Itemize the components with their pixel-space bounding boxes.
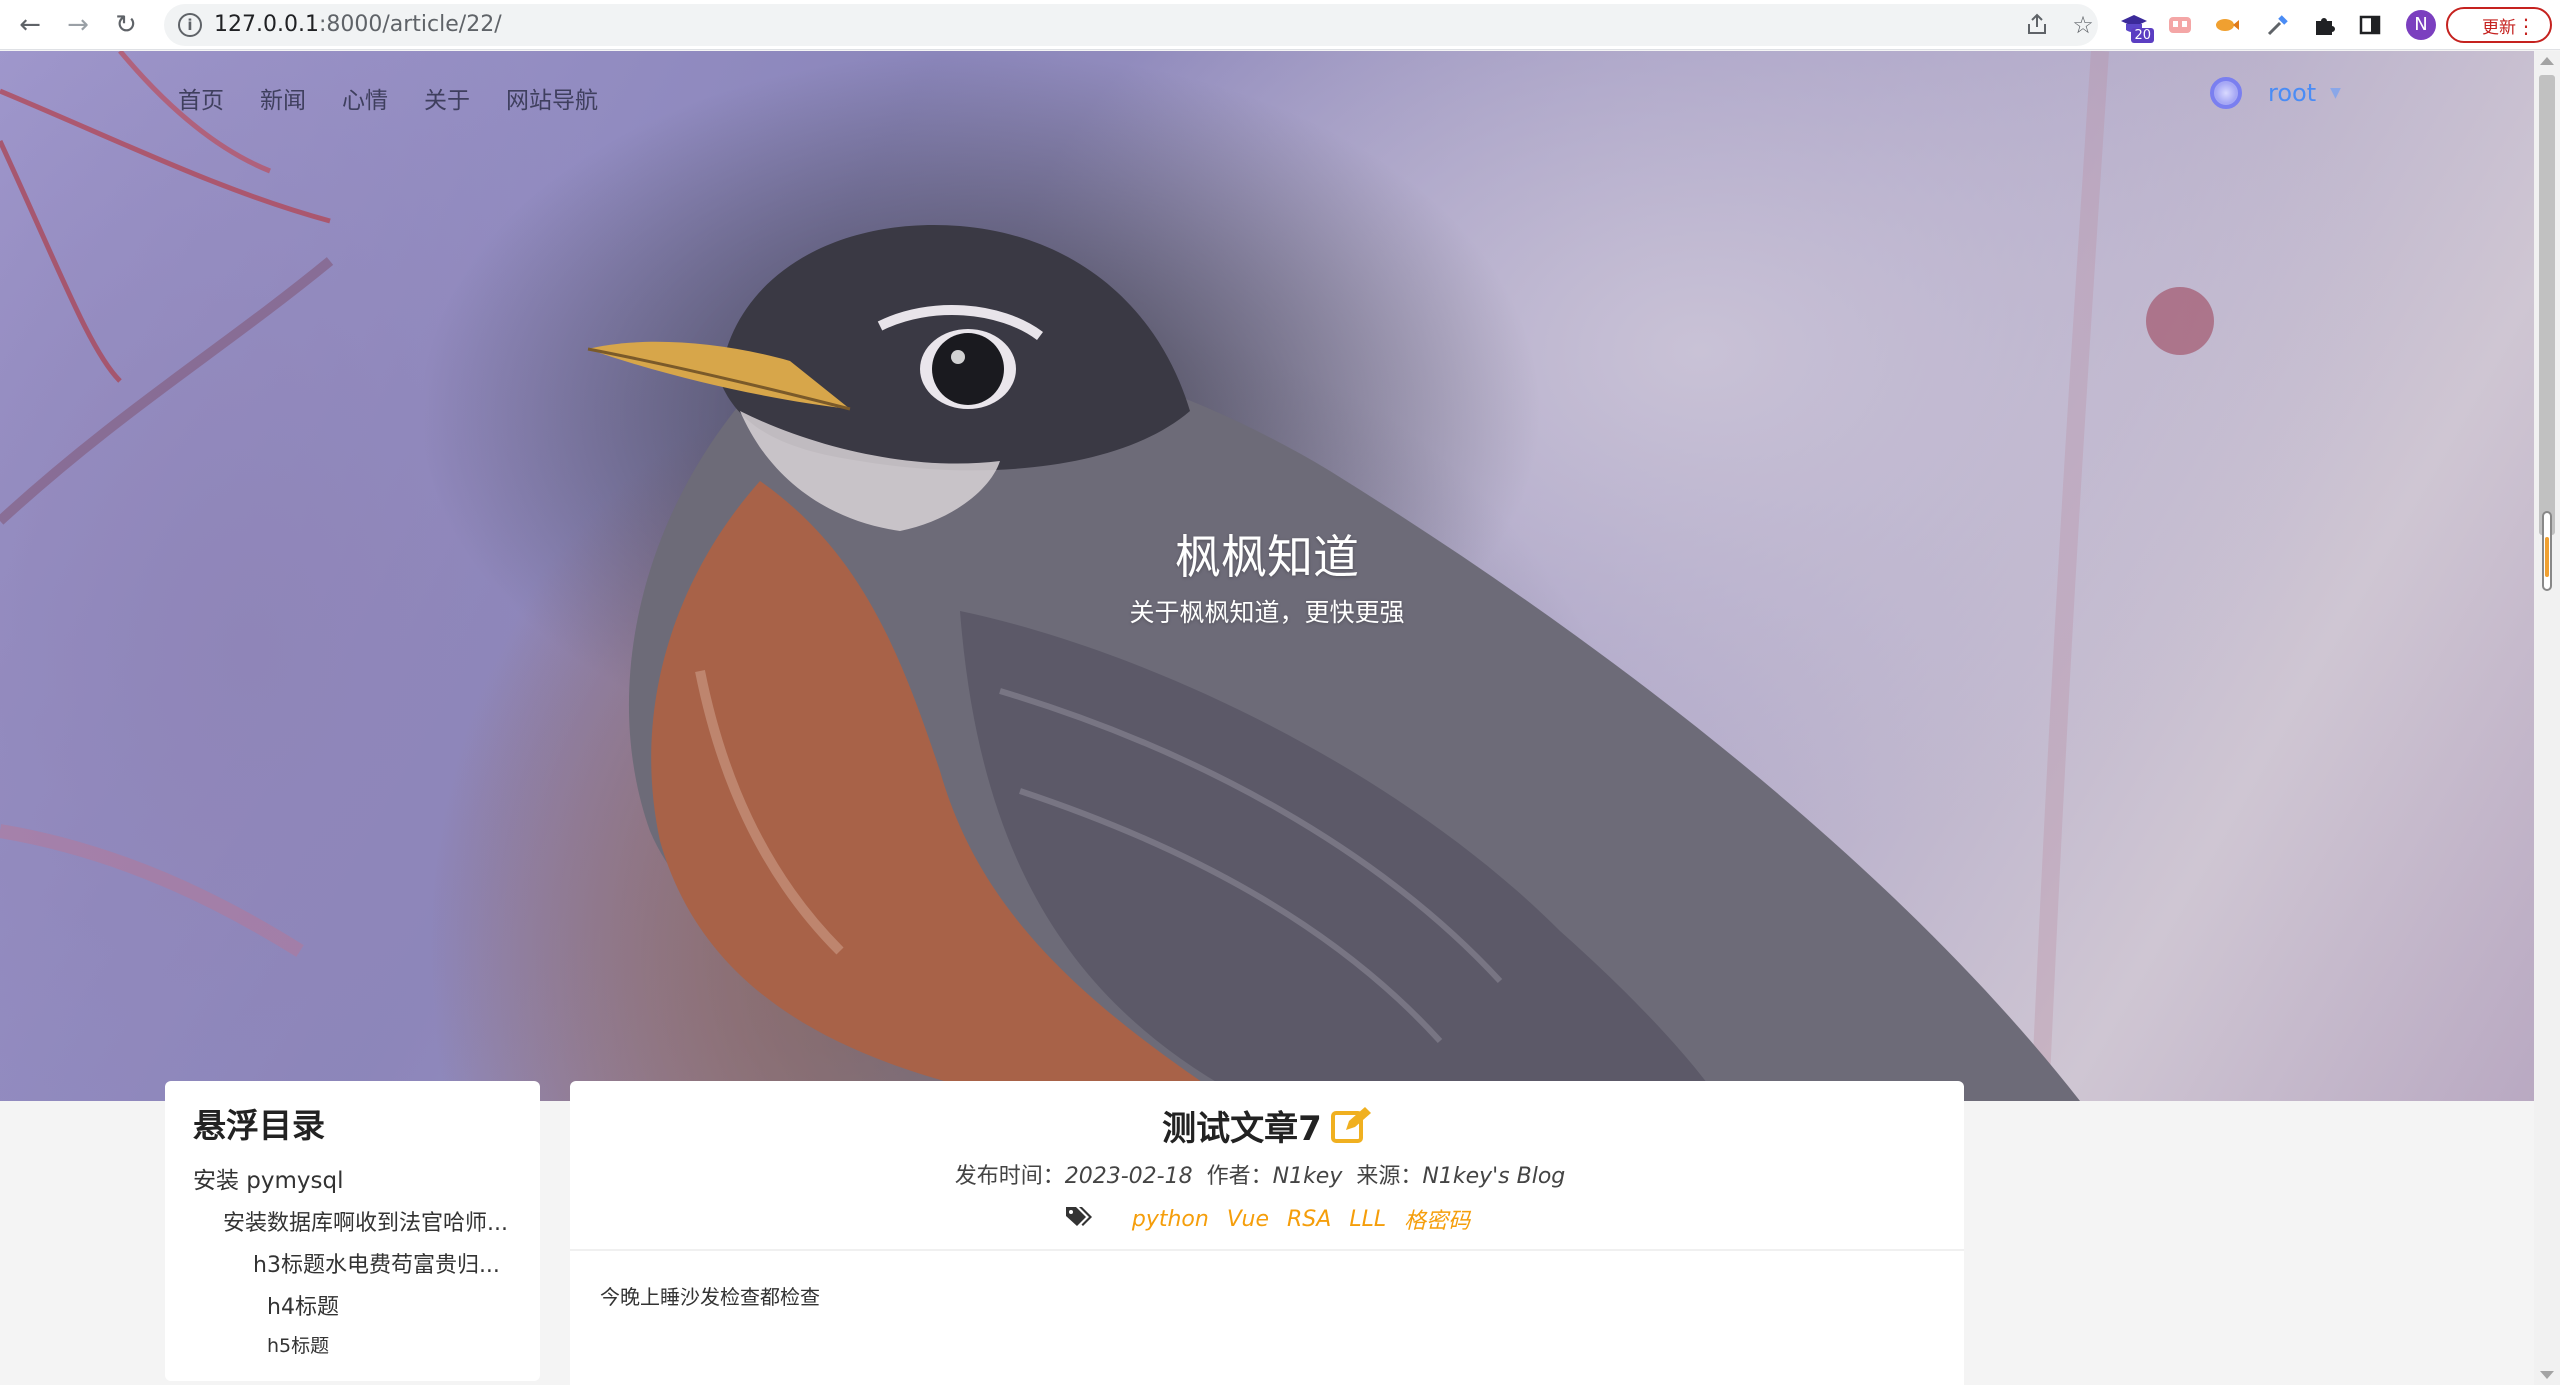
toc-item-h5[interactable]: h5标题 [193, 1331, 512, 1358]
extension-fish-icon[interactable] [2210, 9, 2242, 41]
page-scrollbar[interactable] [2534, 51, 2560, 1385]
article-body: 今晚上睡沙发检查都检查 [600, 1285, 820, 1309]
nav-mood-link[interactable]: 心情 [342, 81, 388, 115]
extensions-puzzle-icon[interactable] [2308, 9, 2340, 41]
scroll-down-arrow-icon[interactable] [2540, 1371, 2554, 1379]
user-name-link[interactable]: root [2268, 79, 2316, 107]
scroll-indicator-widget[interactable] [2542, 511, 2552, 591]
tags-icon [1064, 1205, 1094, 1233]
edit-icon[interactable] [1330, 1106, 1372, 1153]
user-avatar[interactable] [2210, 77, 2242, 109]
site-info-icon[interactable]: i [178, 13, 202, 37]
hero-banner: 首页 新闻 心情 关于 网站导航 root ▼ 枫枫知道 关于枫枫知道，更快更强 [0, 51, 2534, 1101]
author-name: N1key [1272, 1164, 1343, 1189]
source-label: 来源： [1356, 1164, 1423, 1189]
tag-lattice-crypto[interactable]: 格密码 [1404, 1203, 1470, 1235]
tag-python[interactable]: python [1132, 1207, 1209, 1232]
extension-badge: 20 [2131, 28, 2154, 43]
address-bar[interactable]: i 127.0.0.1:8000/article/22/ ☆ [164, 4, 2098, 46]
user-menu[interactable]: root ▼ [2210, 77, 2341, 109]
side-panel-icon[interactable] [2354, 9, 2386, 41]
hero-title: 枫枫知道 [1175, 530, 1359, 584]
extension-pink-icon[interactable] [2164, 9, 2196, 41]
divider [570, 1249, 1964, 1251]
chevron-down-icon[interactable]: ▼ [2330, 85, 2341, 101]
tag-vue[interactable]: Vue [1227, 1207, 1269, 1232]
back-arrow-icon[interactable]: ← [14, 9, 46, 41]
share-icon[interactable] [2024, 12, 2050, 38]
nav-sites-link[interactable]: 网站导航 [506, 81, 598, 115]
url-host: 127.0.0.1 [214, 12, 319, 37]
floating-toc: 悬浮目录 安装 pymysql 安装数据库啊收到法官哈师... h3标题水电费苟… [165, 1081, 540, 1381]
extension-mortarboard-icon[interactable]: 20 [2118, 9, 2154, 43]
nav-home-link[interactable]: 首页 [178, 81, 224, 115]
url-text[interactable]: 127.0.0.1:8000/article/22/ [214, 12, 502, 37]
nav-about-link[interactable]: 关于 [424, 81, 470, 115]
reload-icon[interactable]: ↻ [110, 9, 142, 41]
tag-lll[interactable]: LLL [1349, 1207, 1386, 1232]
menu-dots-icon: ⋮ [2516, 14, 2536, 38]
update-button[interactable]: 更新 ⋮ [2446, 7, 2552, 43]
site-nav: 首页 新闻 心情 关于 网站导航 [178, 81, 598, 115]
update-label: 更新 [2482, 17, 2516, 38]
browser-toolbar: ← → ↻ i 127.0.0.1:8000/article/22/ ☆ 20 … [0, 0, 2560, 50]
scrollbar-thumb[interactable] [2539, 75, 2555, 535]
toc-item-h1[interactable]: 安装 pymysql [193, 1161, 512, 1195]
publish-label: 发布时间： [954, 1164, 1065, 1189]
toc-title: 悬浮目录 [193, 1106, 325, 1145]
source-name: N1key's Blog [1422, 1164, 1566, 1189]
forward-arrow-icon[interactable]: → [62, 9, 94, 41]
publish-date: 2023-02-18 [1064, 1164, 1193, 1189]
hero-subtitle: 关于枫枫知道，更快更强 [1129, 598, 1405, 627]
toc-item-h3[interactable]: h3标题水电费苟富贵归... [193, 1247, 512, 1279]
page-viewport: 首页 新闻 心情 关于 网站导航 root ▼ 枫枫知道 关于枫枫知道，更快更强… [0, 51, 2534, 1385]
profile-avatar[interactable]: N [2406, 10, 2436, 40]
nav-news-link[interactable]: 新闻 [260, 81, 306, 115]
toc-item-h4[interactable]: h4标题 [193, 1289, 512, 1321]
scroll-up-arrow-icon[interactable] [2540, 57, 2554, 65]
article-title: 测试文章7 [1162, 1109, 1322, 1149]
article-title-row: 测试文章7 [570, 1101, 1964, 1153]
article-tags: python Vue RSA LLL 格密码 [570, 1203, 1964, 1235]
article-meta: 发布时间：2023-02-18 作者：N1key 来源：N1key's Blog [570, 1158, 1964, 1190]
toc-item-h2[interactable]: 安装数据库啊收到法官哈师... [193, 1205, 512, 1237]
author-label: 作者： [1206, 1164, 1273, 1189]
eyedropper-icon[interactable] [2262, 9, 2294, 41]
tag-rsa[interactable]: RSA [1287, 1207, 1331, 1232]
article-card: 测试文章7 发布时间：2023-02-18 作者：N1key 来源：N1key's … [570, 1081, 1964, 1385]
url-path: :8000/article/22/ [318, 12, 502, 37]
bookmark-star-icon[interactable]: ☆ [2070, 12, 2096, 38]
